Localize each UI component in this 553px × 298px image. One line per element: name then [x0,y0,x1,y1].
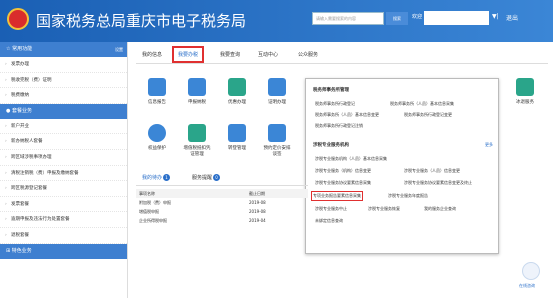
tab-do-tax[interactable]: 我要办税 [172,46,205,63]
preference-icon[interactable]: 优惠办理 [222,78,252,105]
page-title: 国家税务总局重庆市电子税务局 [36,12,247,30]
declare-icon[interactable]: 申报纳税 [182,78,212,105]
tab-reminder[interactable]: 服务提醒 0 [192,174,221,181]
popup-item[interactable]: 未绑定信息查询 [315,218,343,224]
popup-item[interactable]: 涉税专业服务（机构）信息变更 [315,168,371,174]
sidebar-item[interactable]: 税费缴纳 [0,88,127,104]
sidebar-item[interactable]: 发票办理 [0,57,127,73]
search-input[interactable]: 请输入需要搜索的内容 [312,12,384,25]
sidebar-item[interactable]: 清税注销税（费）申报及缴纳套餐 [0,166,127,182]
sidebar-item[interactable]: 跨区税源登记套餐 [0,181,127,197]
info-report-icon[interactable]: 信息报告 [142,78,172,105]
rights-icon[interactable]: 权益保护 [142,124,172,151]
sidebar-item[interactable]: 发票套餐 [0,197,127,213]
user-dropdown[interactable]: ▼| [492,13,499,20]
sidebar-item[interactable]: 跨区域涉税事项办理 [0,150,127,166]
popup-item[interactable]: 涉税专业服务年度报告 [388,193,428,199]
section-special[interactable]: ⊞ 特色业务 [0,243,127,259]
service-popup-menu: 税务师事务所管理 税务师事务所行政登记 税务师事务所（人员）基本信息采集 税务师… [305,78,499,254]
col-header: 事项名称 [136,189,247,198]
tab-todo[interactable]: 我的待办 1 [142,174,171,181]
assistant-robot-icon[interactable] [522,262,540,280]
popup-item[interactable]: 税务师事务所行政登记变更 [404,112,452,118]
popup-item[interactable]: 涉税专业服务（人员）信息变更 [404,168,460,174]
vat-voucher-icon[interactable]: 增值税抵扣凭证管理 [182,124,212,157]
tab-interaction[interactable]: 互动中心 [258,51,278,58]
search-button[interactable]: 搜索 [386,12,408,25]
tab-query[interactable]: 我要查询 [220,51,240,58]
sidebar-item[interactable]: 逾期申报及违法行为处置套餐 [0,212,127,228]
tab-my-info[interactable]: 我的信息 [142,51,162,58]
settings-link[interactable]: 设置 [115,42,123,57]
popup-item[interactable]: 涉税专业服务中止 [315,206,347,212]
todo-tabs: 我的待办 1 服务提醒 0 [136,170,308,186]
table-row[interactable]: 企业所得税申报 2019-04 [136,216,308,225]
popup-heading: 税务师事务所管理 [313,88,349,93]
pricing-icon[interactable]: 预约定价安排谈签 [262,124,292,157]
popup-item[interactable]: 税务师事务所行政登记注销 [315,123,363,129]
popup-item[interactable]: 涉税专业服务机构（人员）基本信息采集 [315,156,387,162]
popup-item[interactable]: 涉税专业服务协议要素信息采集 [315,180,371,186]
more-link[interactable]: 更多 [485,142,493,148]
popup-item[interactable]: 我的服务企业查询 [424,206,456,212]
sidebar: ☆ 常用功能设置 发票办理 税收完税（费）证明 税费缴纳 ● 套餐业务 新户开业… [0,42,128,298]
certificate-icon[interactable]: 证明办理 [262,78,292,105]
welcome-label: 欢迎 [412,14,423,20]
popup-heading: 涉税专业服务机构 [313,143,349,148]
popup-item[interactable]: 税务师事务所行政登记 [315,101,355,107]
special-report-item[interactable]: 专项业务报告要素信息采集 [311,191,363,201]
assistant-label: 在线咨询 [519,283,535,288]
table-row[interactable]: 增值税申报 2019-08 [136,207,308,216]
refund-icon[interactable]: 冰退服务 [510,78,540,105]
table-row[interactable]: 附加税（费）申报 2019-08 [136,198,308,207]
sidebar-item[interactable]: 新户开业 [0,119,127,135]
header: 国家税务总局重庆市电子税务局 请输入需要搜索的内容 搜索 欢迎 ▼| 退出 [0,0,553,42]
transfer-icon[interactable]: 转登管理 [222,124,252,151]
todo-table: 事项名称 截止日期 附加税（费）申报 2019-08 增值税申报 2019-08 企业… [136,189,308,225]
logout-link[interactable]: 退出 [506,13,518,22]
tab-bar: 我的信息 我要办税 我要查询 互动中心 公众服务 [136,46,548,64]
tab-public[interactable]: 公众服务 [298,51,318,58]
todo-panel: 我的待办 1 服务提醒 0 事项名称 截止日期 附加税（费）申报 2019-08 增值税… [136,170,308,290]
section-package[interactable]: ● 套餐业务 [0,103,127,119]
sidebar-item[interactable]: 退税套餐 [0,228,127,244]
section-common[interactable]: ☆ 常用功能 设置 [0,42,127,57]
sidebar-item[interactable]: 新办纳税人套餐 [0,134,127,150]
sidebar-item[interactable]: 税收完税（费）证明 [0,73,127,89]
tax-logo-icon [7,8,29,30]
popup-item[interactable]: 税务师事务所（人员）基本信息采集 [390,101,454,107]
col-header: 截止日期 [246,189,308,198]
popup-item[interactable]: 涉税专业服务恢复 [368,206,400,212]
user-name [424,11,489,25]
popup-item[interactable]: 涉税专业服务协议要素信息变更及终止 [404,180,472,186]
popup-item[interactable]: 税务师事务所（人员）基本信息变更 [315,112,379,118]
